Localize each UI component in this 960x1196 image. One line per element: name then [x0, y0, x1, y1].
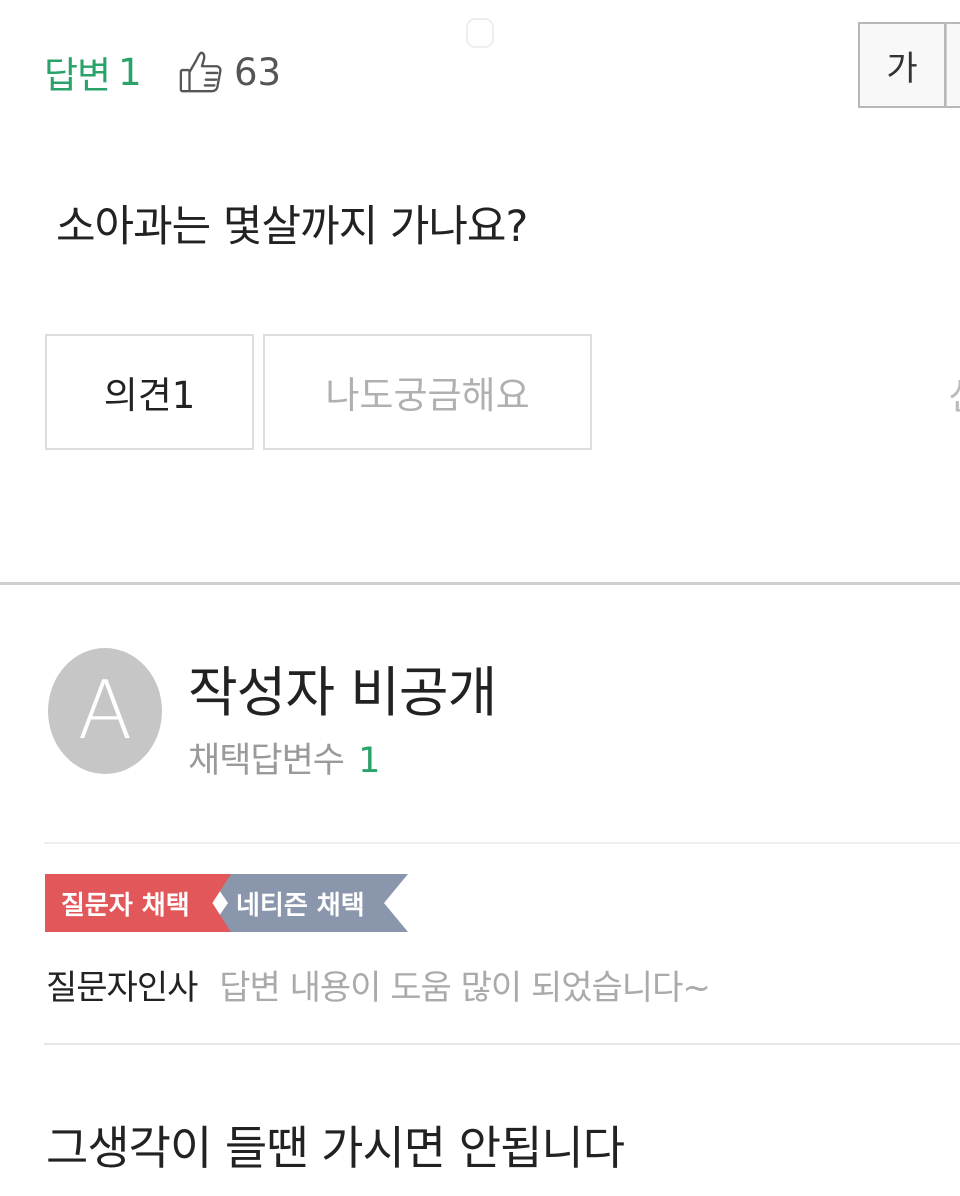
- author-name: 작성자 비공개: [188, 661, 497, 724]
- netizen-choice-badge: 네티즌 채택: [208, 874, 408, 932]
- asker-thanks-label: 질문자인사: [46, 968, 198, 1008]
- font-size-button-next[interactable]: [946, 22, 960, 108]
- cut-off-button-label[interactable]: 신: [948, 366, 960, 420]
- thumbs-up-icon: [178, 49, 224, 95]
- font-size-button[interactable]: 가: [858, 22, 946, 108]
- selected-answer-label: 채택답변수: [188, 741, 345, 781]
- top-bar-remnant: [466, 18, 494, 48]
- like-button[interactable]: 63: [178, 46, 281, 98]
- section-divider: [0, 582, 960, 585]
- answer-body: 그생각이 들땐 가시면 안됩니다: [46, 1121, 625, 1175]
- divider: [44, 1043, 960, 1045]
- selected-answer-number: 1: [358, 741, 380, 781]
- author-selected-answer-count: 채택답변수 1: [188, 732, 380, 783]
- like-count: 63: [234, 50, 282, 94]
- me-too-curious-button[interactable]: 나도궁금해요: [263, 334, 592, 450]
- answer-count: 답변 1: [44, 46, 142, 98]
- answer-count-number: 1: [118, 50, 142, 94]
- asker-choice-badge: 질문자 채택: [45, 874, 231, 932]
- asker-thanks: 질문자인사 답변 내용이 도움 많이 되었습니다~: [46, 960, 711, 1009]
- opinion-button[interactable]: 의견1: [45, 334, 254, 450]
- avatar: A: [48, 648, 162, 774]
- asker-thanks-text: 답변 내용이 도움 많이 되었습니다~: [219, 968, 711, 1008]
- divider: [44, 842, 960, 844]
- question-title: 소아과는 몇살까지 가나요?: [56, 202, 528, 252]
- answer-count-label: 답변: [44, 54, 111, 97]
